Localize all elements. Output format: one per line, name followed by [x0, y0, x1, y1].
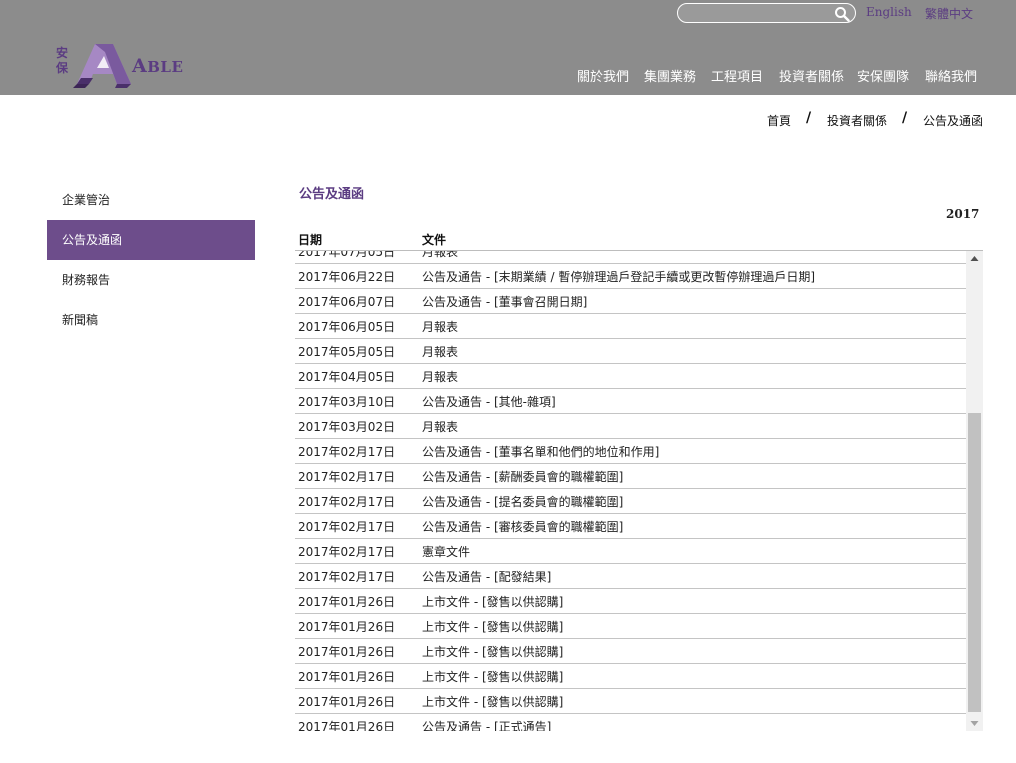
row-document-link[interactable]: 憲章文件	[422, 543, 470, 560]
site-header: English 繁體中文 安 保 ABLE 關於我們 集團業務 工程項目 投資者…	[0, 0, 1016, 95]
row-document-link[interactable]: 公告及通告 - [正式通告]	[422, 718, 551, 731]
row-document-link[interactable]: 上市文件 - [發售以供認購]	[422, 668, 563, 685]
row-document-link[interactable]: 上市文件 - [發售以供認購]	[422, 618, 563, 635]
row-date: 2017年03月02日	[298, 420, 396, 434]
table-row: 2017年04月05日 月報表	[295, 364, 966, 389]
row-document-link[interactable]: 公告及通告 - [審核委員會的職權範圍]	[422, 518, 623, 535]
table-row: 2017年02月17日 憲章文件	[295, 539, 966, 564]
row-date: 2017年02月17日	[298, 520, 396, 534]
table-row: 2017年01月26日 上市文件 - [發售以供認購]	[295, 664, 966, 689]
row-document-link[interactable]: 月報表	[422, 418, 458, 435]
row-date: 2017年05月05日	[298, 345, 396, 359]
table-row: 2017年07月05日 月報表	[295, 251, 966, 264]
table-row: 2017年05月05日 月報表	[295, 339, 966, 364]
row-document-link[interactable]: 公告及通告 - [末期業績 / 暫停辦理過戶登記手續或更改暫停辦理過戶日期]	[422, 268, 815, 285]
nav-contact-us[interactable]: 聯絡我們	[925, 66, 977, 85]
row-document-link[interactable]: 月報表	[422, 251, 458, 260]
row-date: 2017年06月05日	[298, 320, 396, 334]
column-header-document: 文件	[422, 233, 447, 247]
row-document-link[interactable]: 上市文件 - [發售以供認購]	[422, 643, 563, 660]
row-document-link[interactable]: 公告及通告 - [董事名單和他們的地位和作用]	[422, 443, 659, 460]
main-nav: 關於我們 集團業務 工程項目 投資者關係 安保團隊 聯絡我們	[0, 66, 1016, 86]
search-input[interactable]	[688, 5, 832, 23]
row-date: 2017年02月17日	[298, 495, 396, 509]
sidebar-item-press-releases[interactable]: 新聞稿	[47, 300, 255, 340]
row-document-link[interactable]: 公告及通告 - [其他-雜項]	[422, 393, 556, 410]
row-date: 2017年07月05日	[298, 251, 396, 259]
row-document-link[interactable]: 月報表	[422, 343, 458, 360]
table-row: 2017年06月22日 公告及通告 - [末期業績 / 暫停辦理過戶登記手續或更改…	[295, 264, 966, 289]
search-box[interactable]	[677, 3, 856, 23]
column-header-date: 日期	[298, 233, 323, 247]
row-date: 2017年01月26日	[298, 595, 396, 609]
nav-team[interactable]: 安保團隊	[857, 66, 909, 85]
table-body: 2017年07月05日 月報表 2017年06月22日 公告及通告 - [末期業績 /…	[295, 251, 966, 731]
sidebar-item-corporate-governance[interactable]: 企業管治	[47, 180, 255, 220]
scrollbar-thumb[interactable]	[968, 413, 981, 712]
row-date: 2017年02月17日	[298, 545, 396, 559]
scroll-down-arrow-icon[interactable]	[966, 714, 983, 731]
row-date: 2017年06月22日	[298, 270, 396, 284]
table-row: 2017年02月17日 公告及通告 - [薪酬委員會的職權範圍]	[295, 464, 966, 489]
nav-about-us[interactable]: 關於我們	[577, 66, 629, 85]
nav-projects[interactable]: 工程項目	[711, 66, 763, 85]
table-row: 2017年02月17日 公告及通告 - [配發結果]	[295, 564, 966, 589]
table-header: 日期 文件	[295, 229, 983, 251]
year-label: 2017	[946, 207, 980, 221]
row-date: 2017年01月26日	[298, 720, 396, 731]
table-row: 2017年06月07日 公告及通告 - [董事會召開日期]	[295, 289, 966, 314]
row-date: 2017年02月17日	[298, 570, 396, 584]
table-row: 2017年01月26日 上市文件 - [發售以供認購]	[295, 614, 966, 639]
row-date: 2017年02月17日	[298, 445, 396, 459]
table-row: 2017年06月05日 月報表	[295, 314, 966, 339]
breadcrumb-separator: /	[902, 110, 908, 126]
row-document-link[interactable]: 公告及通告 - [配發結果]	[422, 568, 551, 585]
row-document-link[interactable]: 公告及通告 - [薪酬委員會的職權範圍]	[422, 468, 623, 485]
table-row: 2017年01月26日 公告及通告 - [正式通告]	[295, 714, 966, 731]
breadcrumb-current: 公告及通函	[923, 114, 984, 128]
announcements-table[interactable]: 2017年07月05日 月報表 2017年06月22日 公告及通告 - [末期業績 /…	[295, 251, 966, 731]
row-document-link[interactable]: 月報表	[422, 368, 458, 385]
breadcrumb-home[interactable]: 首頁	[767, 112, 791, 129]
row-document-link[interactable]: 月報表	[422, 318, 458, 335]
row-date: 2017年03月10日	[298, 395, 396, 409]
breadcrumb-separator: /	[806, 110, 812, 126]
table-row: 2017年01月26日 上市文件 - [發售以供認購]	[295, 689, 966, 714]
breadcrumb: 首頁 / 投資者關係 / 公告及通函	[0, 110, 1016, 130]
row-date: 2017年01月26日	[298, 695, 396, 709]
search-icon[interactable]	[834, 6, 850, 22]
lang-traditional-chinese-link[interactable]: 繁體中文	[925, 5, 973, 22]
table-row: 2017年02月17日 公告及通告 - [董事名單和他們的地位和作用]	[295, 439, 966, 464]
logo-cn-char-1: 安	[56, 46, 69, 60]
table-row: 2017年03月10日 公告及通告 - [其他-雜項]	[295, 389, 966, 414]
row-date: 2017年04月05日	[298, 370, 396, 384]
breadcrumb-investor-relations[interactable]: 投資者關係	[827, 112, 887, 129]
row-date: 2017年01月26日	[298, 670, 396, 684]
lang-english-link[interactable]: English	[866, 5, 912, 19]
nav-investor-relations[interactable]: 投資者關係	[779, 66, 844, 85]
table-row: 2017年02月17日 公告及通告 - [審核委員會的職權範圍]	[295, 514, 966, 539]
table-row: 2017年01月26日 上市文件 - [發售以供認購]	[295, 589, 966, 614]
row-document-link[interactable]: 公告及通告 - [提名委員會的職權範圍]	[422, 493, 623, 510]
row-date: 2017年01月26日	[298, 620, 396, 634]
table-row: 2017年01月26日 上市文件 - [發售以供認購]	[295, 639, 966, 664]
scrollbar[interactable]	[966, 251, 983, 731]
scroll-up-arrow-icon[interactable]	[966, 251, 983, 268]
page-title: 公告及通函	[299, 187, 365, 202]
nav-group-business[interactable]: 集團業務	[644, 66, 696, 85]
row-document-link[interactable]: 上市文件 - [發售以供認購]	[422, 593, 563, 610]
row-document-link[interactable]: 上市文件 - [發售以供認購]	[422, 693, 563, 710]
table-row: 2017年02月17日 公告及通告 - [提名委員會的職權範圍]	[295, 489, 966, 514]
table-row: 2017年03月02日 月報表	[295, 414, 966, 439]
row-date: 2017年06月07日	[298, 295, 396, 309]
row-date: 2017年02月17日	[298, 470, 396, 484]
sidebar: 企業管治 公告及通函 財務報告 新聞稿	[47, 180, 255, 340]
row-document-link[interactable]: 公告及通告 - [董事會召開日期]	[422, 293, 587, 310]
row-date: 2017年01月26日	[298, 645, 396, 659]
sidebar-item-financial-reports[interactable]: 財務報告	[47, 260, 255, 300]
sidebar-item-announcements[interactable]: 公告及通函	[47, 220, 255, 260]
